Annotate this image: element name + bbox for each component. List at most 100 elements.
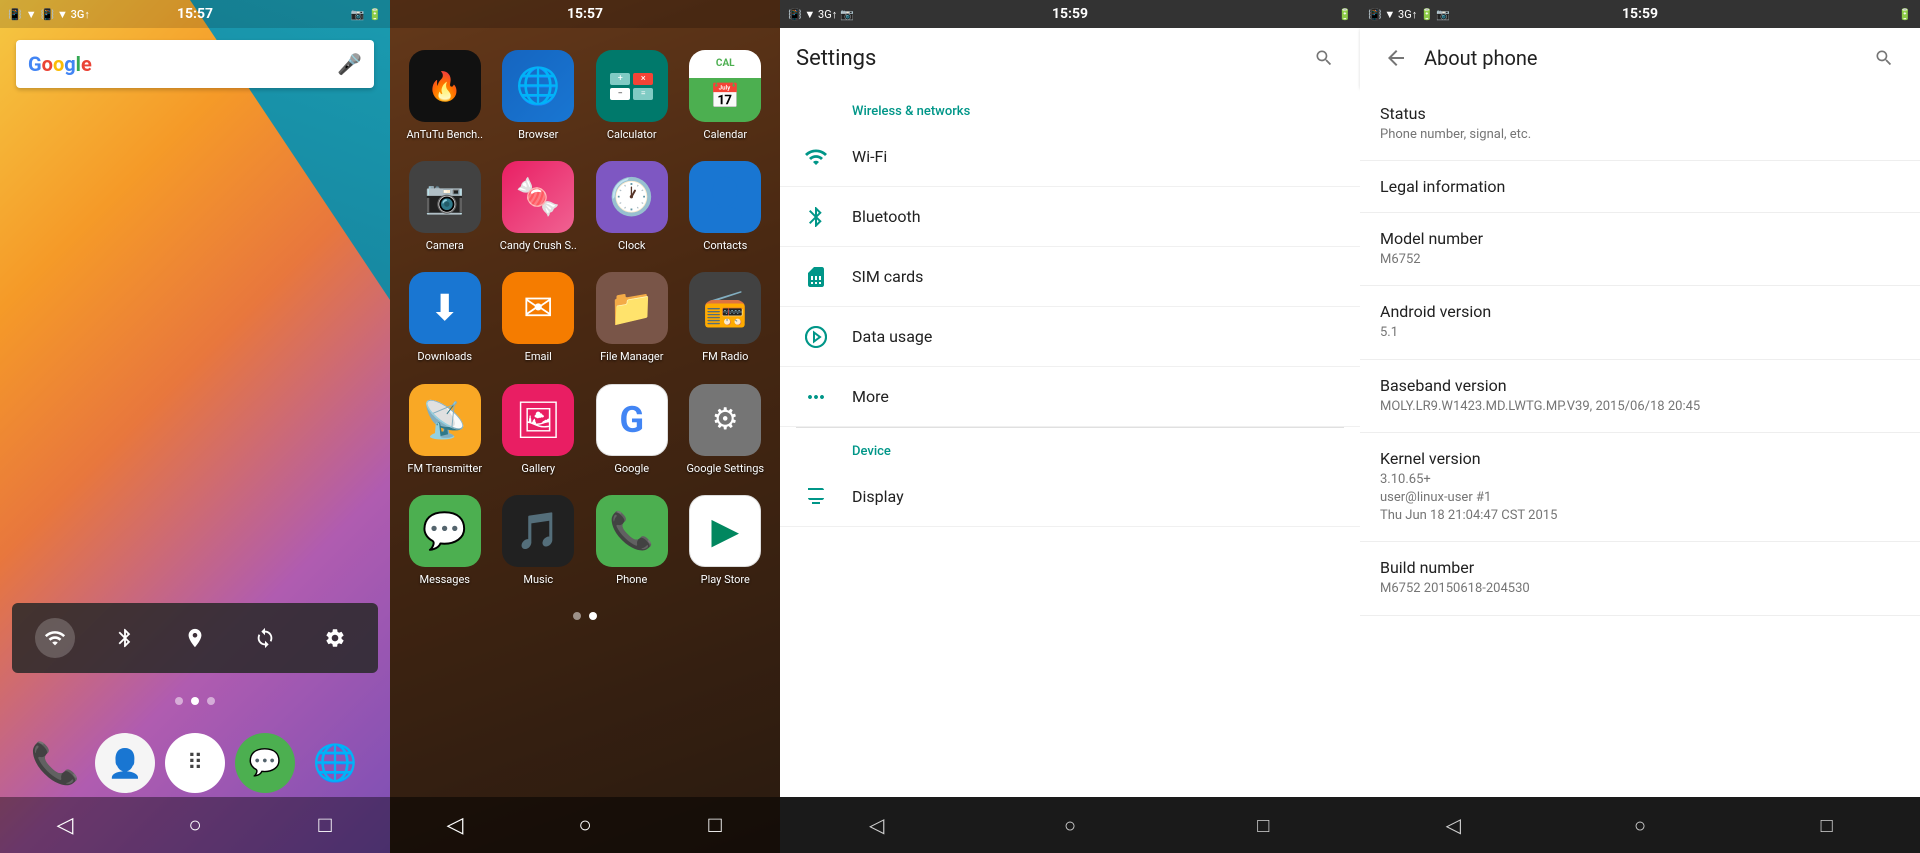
list-item[interactable]: 🖼 Gallery [492,374,586,485]
settings-quick-toggle[interactable] [315,618,355,658]
apps-recents-button[interactable]: □ [685,805,745,845]
list-item[interactable]: ▶ Play Store [679,485,773,596]
dock-browser[interactable]: 🌐 [305,733,365,793]
about-time: 15:59 [1622,6,1658,22]
vibrate-icon: 📳 [8,8,22,21]
list-item[interactable]: CAL 📅 Calendar [679,40,773,151]
page-dot-2[interactable] [191,697,199,705]
list-item[interactable]: 📞 Phone [585,485,679,596]
bluetooth-quick-toggle[interactable] [105,618,145,658]
status-value: Phone number, signal, etc. [1380,126,1900,144]
home-button[interactable]: ○ [165,805,225,845]
google-app-label: Google [614,462,649,475]
email-label: Email [525,350,552,363]
data-usage-setting[interactable]: Data usage [780,307,1360,367]
recents-button[interactable]: □ [295,805,355,845]
apps-home-button[interactable]: ○ [555,805,615,845]
messages-label: Messages [420,573,470,586]
list-item[interactable]: 📡 FM Transmitter [398,374,492,485]
about-recents-button[interactable]: □ [1797,805,1857,845]
list-item[interactable]: ⚙ Google Settings [679,374,773,485]
model-number-item[interactable]: Model number M6752 [1360,213,1920,286]
android-version-item[interactable]: Android version 5.1 [1360,286,1920,359]
apps-dot-1[interactable] [573,612,581,620]
list-item[interactable]: ✉ Email [492,262,586,373]
wifi-quick-toggle[interactable] [35,618,75,658]
location-quick-toggle[interactable] [175,618,215,658]
display-setting[interactable]: Display [780,467,1360,527]
settings-statusbar-left: 📳 ▼ 3G↑ 📷 [788,8,854,21]
sync-quick-toggle[interactable] [245,618,285,658]
page-dots [0,697,390,705]
calculator-icon: + × − = [596,50,668,122]
music-label: Music [523,573,553,586]
dock-messages[interactable]: 💬 [235,733,295,793]
camera-notify-icon: 📷 [351,8,365,21]
contacts-icon: 👤 [689,161,761,233]
list-item[interactable]: + × − = Calculator [585,40,679,151]
page-dot-3[interactable] [207,697,215,705]
signal-icon: ▼ [26,8,37,21]
kernel-version-item[interactable]: Kernel version 3.10.65+ user@linux-user … [1360,433,1920,543]
wireless-networks-section: Wireless & networks [780,88,1360,127]
model-number-value: M6752 [1380,251,1900,269]
settings-recents-button[interactable]: □ [1233,805,1293,845]
apps-time: 15:57 [567,6,603,22]
dock-apps[interactable]: ⠿ [165,733,225,793]
bluetooth-icon [800,201,832,233]
playstore-label: Play Store [701,573,750,586]
list-item[interactable]: G Google [585,374,679,485]
about-search-button[interactable] [1864,38,1904,78]
antutu-icon: 🔥 [409,50,481,122]
list-item[interactable]: 🕐 Clock [585,151,679,262]
list-item[interactable]: 🔥 AnTuTu Bench.. [398,40,492,151]
bluetooth-setting[interactable]: Bluetooth [780,187,1360,247]
battery-icon: 🔋 [368,8,382,21]
about-statusbar: 📳 ▼ 3G↑ 🔋 📷 15:59 🔋 [1360,0,1920,28]
about-home-button[interactable]: ○ [1610,805,1670,845]
list-item[interactable]: 💬 Messages [398,485,492,596]
about-header: About phone [1360,28,1920,88]
candy-crush-icon: 🍬 [502,161,574,233]
status-item[interactable]: Status Phone number, signal, etc. [1360,88,1920,161]
wifi-setting[interactable]: Wi-Fi [780,127,1360,187]
voice-search-icon[interactable]: 🎤 [337,52,362,76]
about-back-nav-button[interactable]: ◁ [1423,805,1483,845]
page-dot-1[interactable] [175,697,183,705]
list-item[interactable]: 👤 Contacts [679,151,773,262]
about-back-button[interactable] [1376,38,1416,78]
settings-home-button[interactable]: ○ [1040,805,1100,845]
apps-dot-2[interactable] [589,612,597,620]
apps-back-button[interactable]: ◁ [425,805,485,845]
app-drawer: 15:57 🔥 AnTuTu Bench.. 🌐 Browser + × − =… [390,0,780,853]
settings-search-button[interactable] [1304,38,1344,78]
apps-statusbar: 15:57 [390,0,780,28]
list-item[interactable]: ⬇ Downloads [398,262,492,373]
app-grid: 🔥 AnTuTu Bench.. 🌐 Browser + × − = Calcu… [390,28,780,608]
list-item[interactable]: 🎵 Music [492,485,586,596]
back-button[interactable]: ◁ [35,805,95,845]
build-number-item[interactable]: Build number M6752 20150618-204530 [1360,542,1920,615]
list-item[interactable]: 🍬 Candy Crush S.. [492,151,586,262]
contacts-label: Contacts [703,239,747,252]
data-usage-icon [800,321,832,353]
browser-label: Browser [518,128,558,141]
sim-cards-setting[interactable]: SIM cards [780,247,1360,307]
baseband-version-item[interactable]: Baseband version MOLY.LR9.W1423.MD.LWTG.… [1360,360,1920,433]
bluetooth-label: Bluetooth [852,207,921,226]
model-number-title: Model number [1380,229,1900,248]
status-title: Status [1380,104,1900,123]
list-item[interactable]: 📁 File Manager [585,262,679,373]
dock-contacts[interactable]: 👤 [95,733,155,793]
list-item[interactable]: 📷 Camera [398,151,492,262]
list-item[interactable]: 📻 FM Radio [679,262,773,373]
settings-back-button[interactable]: ◁ [847,805,907,845]
sim-icon [800,261,832,293]
google-search-bar[interactable]: Google 🎤 [16,40,374,88]
more-setting[interactable]: More [780,367,1360,427]
about-statusbar-left: 📳 ▼ 3G↑ 🔋 📷 [1368,8,1450,21]
dock-phone[interactable]: 📞 [25,733,85,793]
legal-information-item[interactable]: Legal information [1360,161,1920,213]
list-item[interactable]: 🌐 Browser [492,40,586,151]
home-time: 15:57 [177,6,213,22]
